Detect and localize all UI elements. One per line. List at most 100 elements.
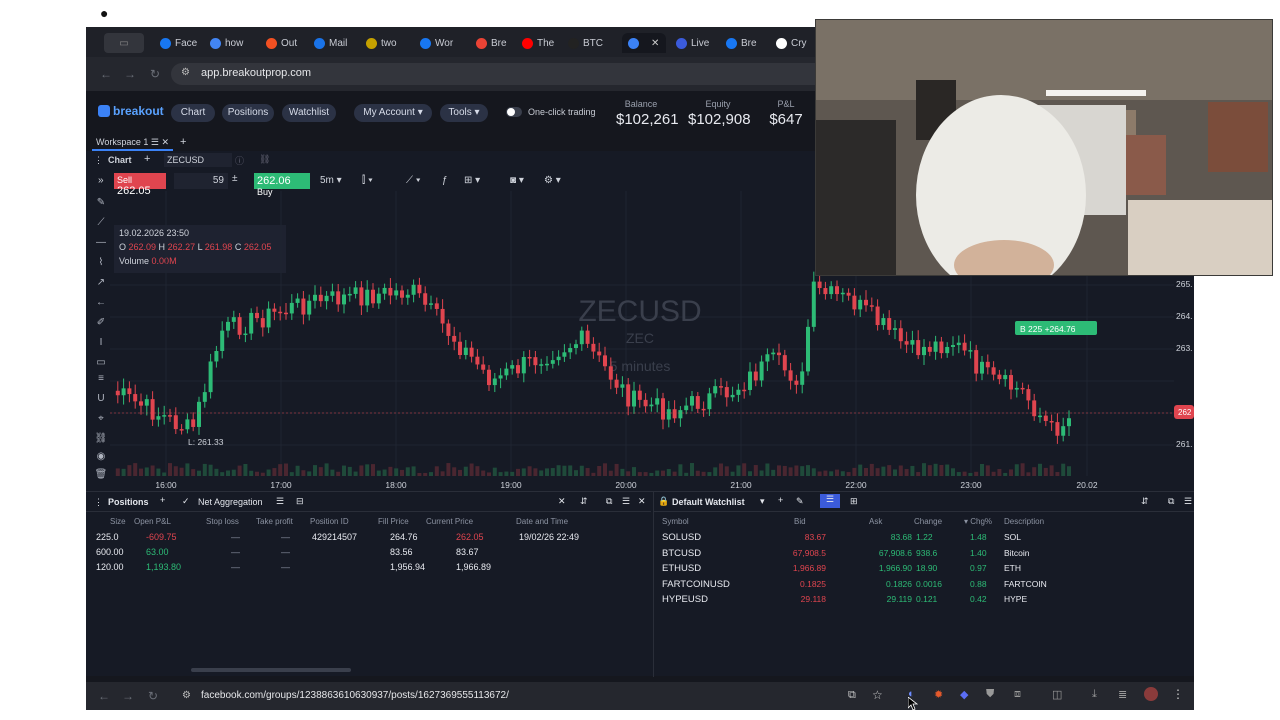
lock-icon[interactable]: 🔒 <box>658 496 669 507</box>
browser-tab[interactable]: two <box>366 33 416 53</box>
edit-icon[interactable]: ✎ <box>796 496 804 507</box>
column-header[interactable]: Size <box>110 517 126 526</box>
close-icon[interactable]: ✕ <box>558 496 566 507</box>
close-icon[interactable]: ✕ <box>161 137 169 147</box>
url-field[interactable]: ⚙ app.breakoutprop.com <box>171 63 891 85</box>
star-icon[interactable]: ☆ <box>872 688 883 702</box>
popout-icon[interactable]: ⧉ <box>606 496 612 507</box>
profile-icon[interactable] <box>1144 687 1158 701</box>
chain-icon[interactable]: ⛓ <box>91 433 111 444</box>
swap-icon[interactable]: ⇵ <box>580 496 588 507</box>
my-account-dropdown[interactable]: My Account ▾ <box>354 104 432 122</box>
forward-icon[interactable]: → <box>122 689 134 703</box>
brush-icon[interactable]: ⌇ <box>91 257 111 268</box>
menu-icon[interactable]: ☰ <box>622 496 630 507</box>
column-header[interactable]: Ask <box>869 517 882 526</box>
measure-icon[interactable]: ⌖ <box>91 413 111 424</box>
tab-group-icon[interactable]: ▭ <box>104 33 144 53</box>
tools-dropdown[interactable]: Tools ▾ <box>440 104 488 122</box>
browser-tab[interactable]: Wor <box>420 33 470 53</box>
menu-icon[interactable]: ☰ <box>1184 496 1192 507</box>
pencil-icon[interactable]: ✎ <box>91 197 111 208</box>
browser-tab[interactable]: Face <box>160 33 210 53</box>
puzzle-icon[interactable]: ⧈ <box>1014 688 1021 701</box>
swap-icon[interactable]: ⇵ <box>1141 496 1149 507</box>
browser-tab[interactable]: how <box>210 33 260 53</box>
tab-active[interactable]: ✕ <box>622 33 666 53</box>
browser-tab[interactable]: Out <box>266 33 316 53</box>
line-icon[interactable]: ⟋ <box>91 217 111 228</box>
watchlist-title[interactable]: Default Watchlist <box>672 497 745 507</box>
nav-chart-button[interactable]: Chart <box>171 104 215 122</box>
settings-icon[interactable]: ⚙ ▾ <box>544 175 561 186</box>
apple-icon[interactable]: ● <box>100 5 108 21</box>
tab-close-icon[interactable]: ✕ <box>651 38 659 49</box>
scrollbar[interactable] <box>191 668 351 672</box>
nav-watchlist-button[interactable]: Watchlist <box>282 104 336 122</box>
browser-tab[interactable]: The <box>522 33 572 53</box>
site-settings-icon[interactable]: ⚙ <box>181 67 190 78</box>
arrow-icon[interactable]: ↗ <box>91 277 111 288</box>
back-icon[interactable]: ← <box>98 689 110 703</box>
sell-button[interactable]: Sell 262.05 <box>114 173 166 197</box>
close-panel-icon[interactable]: ✕ <box>638 496 646 507</box>
browser-tab[interactable]: Bre <box>726 33 776 53</box>
column-header[interactable]: Change <box>914 517 942 526</box>
reload-icon[interactable]: ↻ <box>150 67 160 81</box>
browser-tab[interactable]: Mail <box>314 33 364 53</box>
draw-icon[interactable]: ✐ <box>91 317 111 328</box>
column-header[interactable]: Take profit <box>256 517 293 526</box>
chevron-down-icon[interactable]: ▾ <box>760 496 765 507</box>
workspace-tab[interactable]: Workspace 1 ☰ ✕ <box>92 136 174 151</box>
column-header[interactable]: Date and Time <box>516 517 568 526</box>
trash-icon[interactable]: 🗑 <box>91 469 111 480</box>
browser-tab[interactable]: Bre <box>476 33 526 53</box>
add-workspace-icon[interactable]: + <box>180 136 186 148</box>
one-click-toggle[interactable] <box>506 107 522 117</box>
drag-handle-icon[interactable]: ⋮ <box>94 497 103 508</box>
rectangle-icon[interactable]: ▭ <box>91 357 111 368</box>
text-cursor-icon[interactable]: I <box>91 337 111 348</box>
column-header[interactable]: Bid <box>794 517 806 526</box>
column-header[interactable]: Description <box>1004 517 1044 526</box>
info-icon[interactable]: ⓘ <box>235 154 244 167</box>
add-symbol-icon[interactable]: + <box>778 495 783 505</box>
grid-view-icon[interactable]: ⊞ <box>850 496 858 507</box>
extension-icon[interactable]: ◆ <box>960 688 968 701</box>
horizontal-line-icon[interactable]: ― <box>91 237 111 248</box>
drag-handle-icon[interactable]: ⋮ <box>94 155 103 166</box>
buy-button[interactable]: 262.06 Buy <box>254 173 310 197</box>
filter-icon[interactable]: ⊟ <box>296 496 304 507</box>
url-text-secondary[interactable]: facebook.com/groups/1238863610630937/pos… <box>201 690 509 701</box>
symbol-input[interactable]: ZECUSD <box>164 153 232 167</box>
eye-icon[interactable]: ◉ <box>91 451 111 462</box>
menu-icon[interactable]: ☰ <box>151 137 159 147</box>
nav-positions-button[interactable]: Positions <box>222 104 274 122</box>
column-header[interactable]: Current Price <box>426 517 473 526</box>
list-icon[interactable]: ☰ <box>276 496 284 507</box>
list-view-icon[interactable]: ☰ <box>820 494 840 508</box>
camera-icon[interactable]: ◙ ▾ <box>510 175 524 186</box>
link-icon[interactable]: ⛓ <box>259 154 270 165</box>
column-header[interactable]: ▾ Chg% <box>964 517 992 526</box>
more-icon[interactable]: ⋮ <box>1172 687 1184 701</box>
ray-icon[interactable]: ← <box>91 297 111 308</box>
site-settings-icon[interactable]: ⚙ <box>182 690 191 701</box>
sidebar-icon[interactable]: ◫ <box>1052 688 1062 701</box>
back-icon[interactable]: ← <box>100 67 112 81</box>
interval-dropdown[interactable]: 5m ▾ <box>320 175 342 186</box>
install-icon[interactable]: ⧉ <box>848 689 856 702</box>
browser-tab[interactable]: Live <box>676 33 726 53</box>
chart-type-icon[interactable]: ⫿ ▾ <box>362 175 373 186</box>
fib-icon[interactable]: ≡ <box>91 373 111 384</box>
quantity-stepper[interactable]: ± <box>232 173 238 184</box>
popout-icon[interactable]: ⧉ <box>1168 496 1174 507</box>
column-header[interactable]: Symbol <box>662 517 689 526</box>
extension-icon[interactable]: ✹ <box>934 688 943 701</box>
shield-icon[interactable]: ⛊ <box>986 688 994 701</box>
column-header[interactable]: Open P&L <box>134 517 171 526</box>
indicator-icon[interactable]: ƒ <box>442 175 448 186</box>
column-header[interactable]: Fill Price <box>378 517 409 526</box>
brand-logo[interactable]: breakout <box>98 104 164 118</box>
browser-tab[interactable]: BTC <box>568 33 618 53</box>
